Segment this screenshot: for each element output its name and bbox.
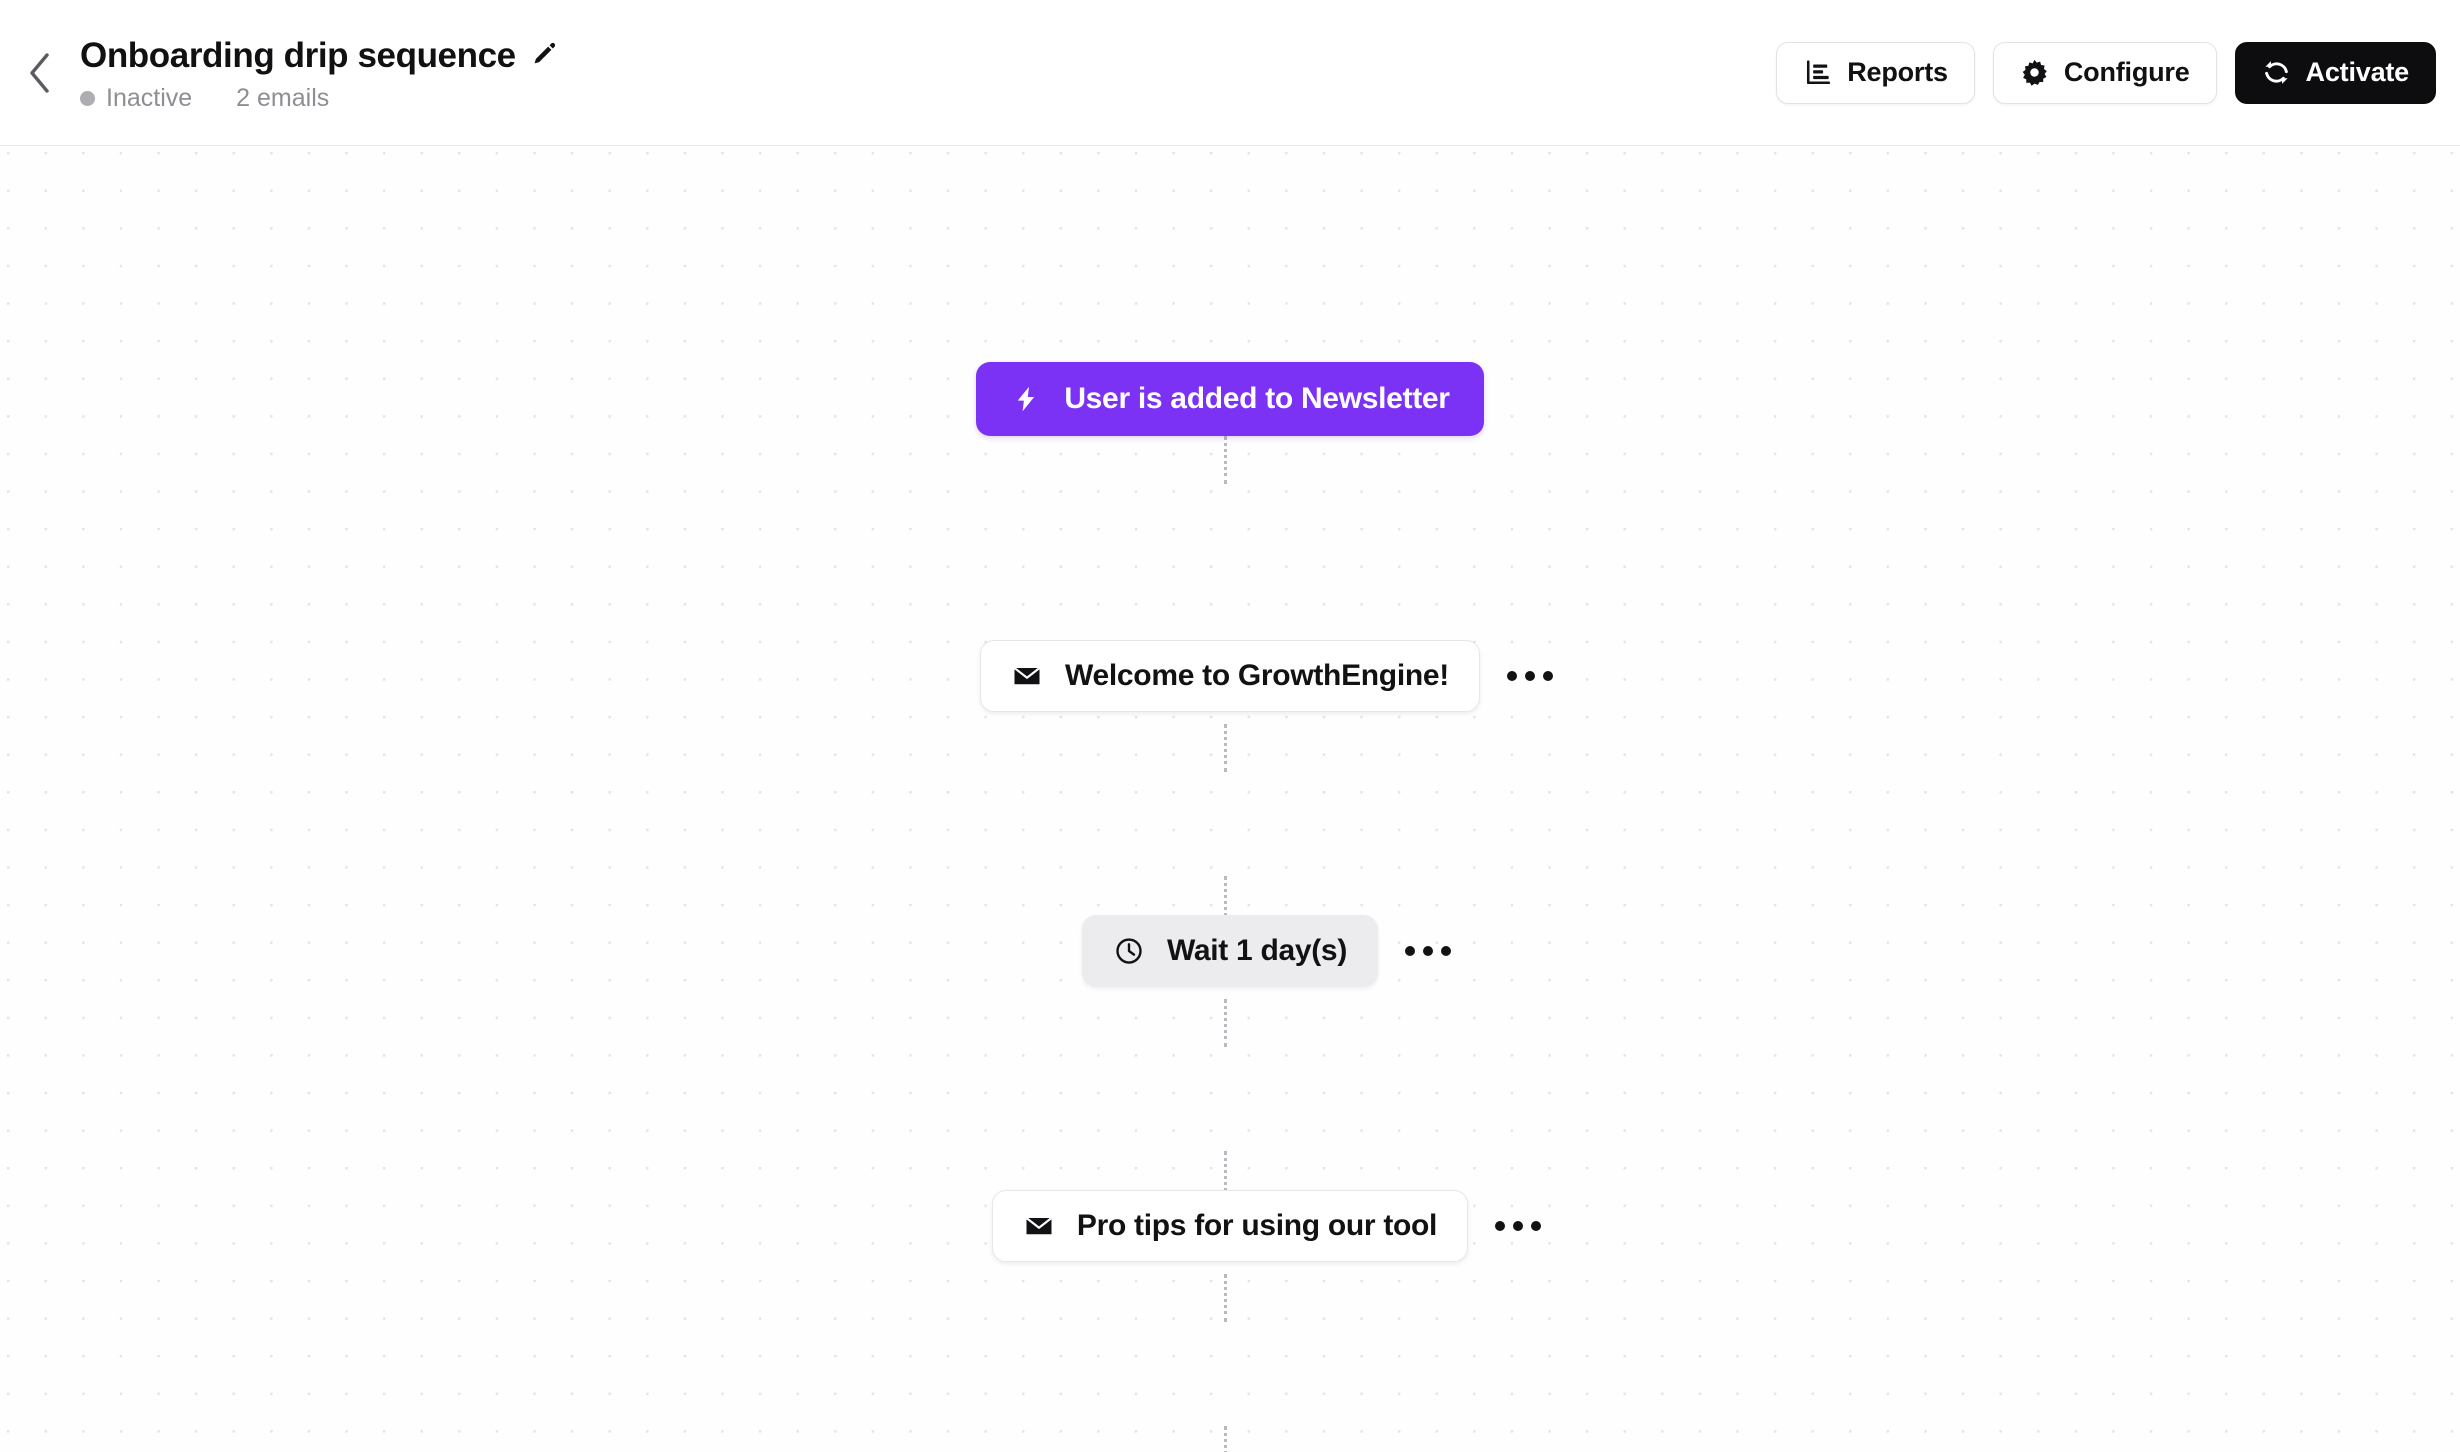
ellipsis-icon-dot xyxy=(1542,671,1553,681)
reports-button[interactable]: Reports xyxy=(1776,41,1975,104)
ellipsis-icon-dot xyxy=(1495,1221,1506,1231)
connector-line xyxy=(1224,1274,1227,1322)
workflow-node-row: Pro tips for using our tool xyxy=(0,1190,2460,1262)
connector-line xyxy=(1224,1426,1227,1452)
node-menu-button[interactable] xyxy=(1490,1198,1546,1254)
workflow-flow: User is added to Newsletter Welcome to G… xyxy=(0,146,2460,1452)
ellipsis-icon-dot xyxy=(1531,1221,1542,1231)
wait-node[interactable]: Wait 1 day(s) xyxy=(1081,915,1379,987)
header-actions: Reports Configure Activate xyxy=(1776,41,2436,104)
connector-line xyxy=(1224,436,1227,484)
configure-button[interactable]: Configure xyxy=(1992,41,2217,104)
clock-icon xyxy=(1113,935,1145,967)
title-block: Onboarding drip sequence Inactive 2 emai… xyxy=(80,33,558,113)
workflow-node-row: User is added to Newsletter xyxy=(0,362,2460,436)
gear-icon xyxy=(2020,58,2050,88)
connector-line xyxy=(1224,724,1227,772)
node-wrapper: User is added to Newsletter xyxy=(976,362,1484,436)
refresh-icon xyxy=(2262,58,2292,88)
email-node[interactable]: Pro tips for using our tool xyxy=(991,1190,1469,1262)
connector-line xyxy=(1224,999,1227,1047)
page-title: Onboarding drip sequence xyxy=(80,36,516,75)
title-row: Onboarding drip sequence xyxy=(80,33,558,79)
ellipsis-icon-dot xyxy=(1524,671,1535,681)
activate-button-label: Activate xyxy=(2305,57,2410,87)
workflow-node-row: Welcome to GrowthEngine! xyxy=(0,640,2460,712)
envelope-icon xyxy=(1011,660,1043,692)
ellipsis-icon-dot xyxy=(1441,946,1452,956)
bar-chart-icon xyxy=(1803,58,1833,88)
rename-button[interactable] xyxy=(532,40,558,71)
email-node[interactable]: Welcome to GrowthEngine! xyxy=(980,640,1480,712)
node-menu-button[interactable] xyxy=(1502,648,1558,704)
node-wrapper: Pro tips for using our tool xyxy=(991,1190,1542,1262)
email-node-label: Welcome to GrowthEngine! xyxy=(1065,659,1449,692)
back-button[interactable] xyxy=(10,43,70,103)
configure-button-label: Configure xyxy=(2063,57,2190,87)
workflow-canvas[interactable]: User is added to Newsletter Welcome to G… xyxy=(0,146,2460,1452)
lightning-bolt-icon xyxy=(1010,383,1042,415)
email-node-label: Pro tips for using our tool xyxy=(1076,1209,1438,1242)
status-badge: Inactive xyxy=(106,84,193,112)
ellipsis-icon-dot xyxy=(1513,1221,1524,1231)
ellipsis-icon-dot xyxy=(1405,946,1416,956)
meta-row: Inactive 2 emails xyxy=(80,85,558,113)
node-wrapper: Welcome to GrowthEngine! xyxy=(980,640,1553,712)
wait-node-label: Wait 1 day(s) xyxy=(1166,934,1348,967)
email-count: 2 emails xyxy=(236,84,330,112)
node-wrapper: Wait 1 day(s) xyxy=(1081,915,1452,987)
trigger-node[interactable]: User is added to Newsletter xyxy=(976,362,1484,436)
ellipsis-icon-dot xyxy=(1423,946,1434,956)
reports-button-label: Reports xyxy=(1847,57,1948,87)
ellipsis-icon-dot xyxy=(1506,671,1517,681)
pencil-icon xyxy=(532,40,558,71)
page-header: Onboarding drip sequence Inactive 2 emai… xyxy=(0,0,2460,146)
trigger-node-label: User is added to Newsletter xyxy=(1064,382,1450,415)
workflow-node-row: Wait 1 day(s) xyxy=(0,915,2460,987)
status-dot xyxy=(80,91,95,106)
node-menu-button[interactable] xyxy=(1400,923,1456,979)
activate-button[interactable]: Activate xyxy=(2234,41,2436,104)
envelope-icon xyxy=(1023,1210,1055,1242)
chevron-left-icon xyxy=(27,52,53,94)
